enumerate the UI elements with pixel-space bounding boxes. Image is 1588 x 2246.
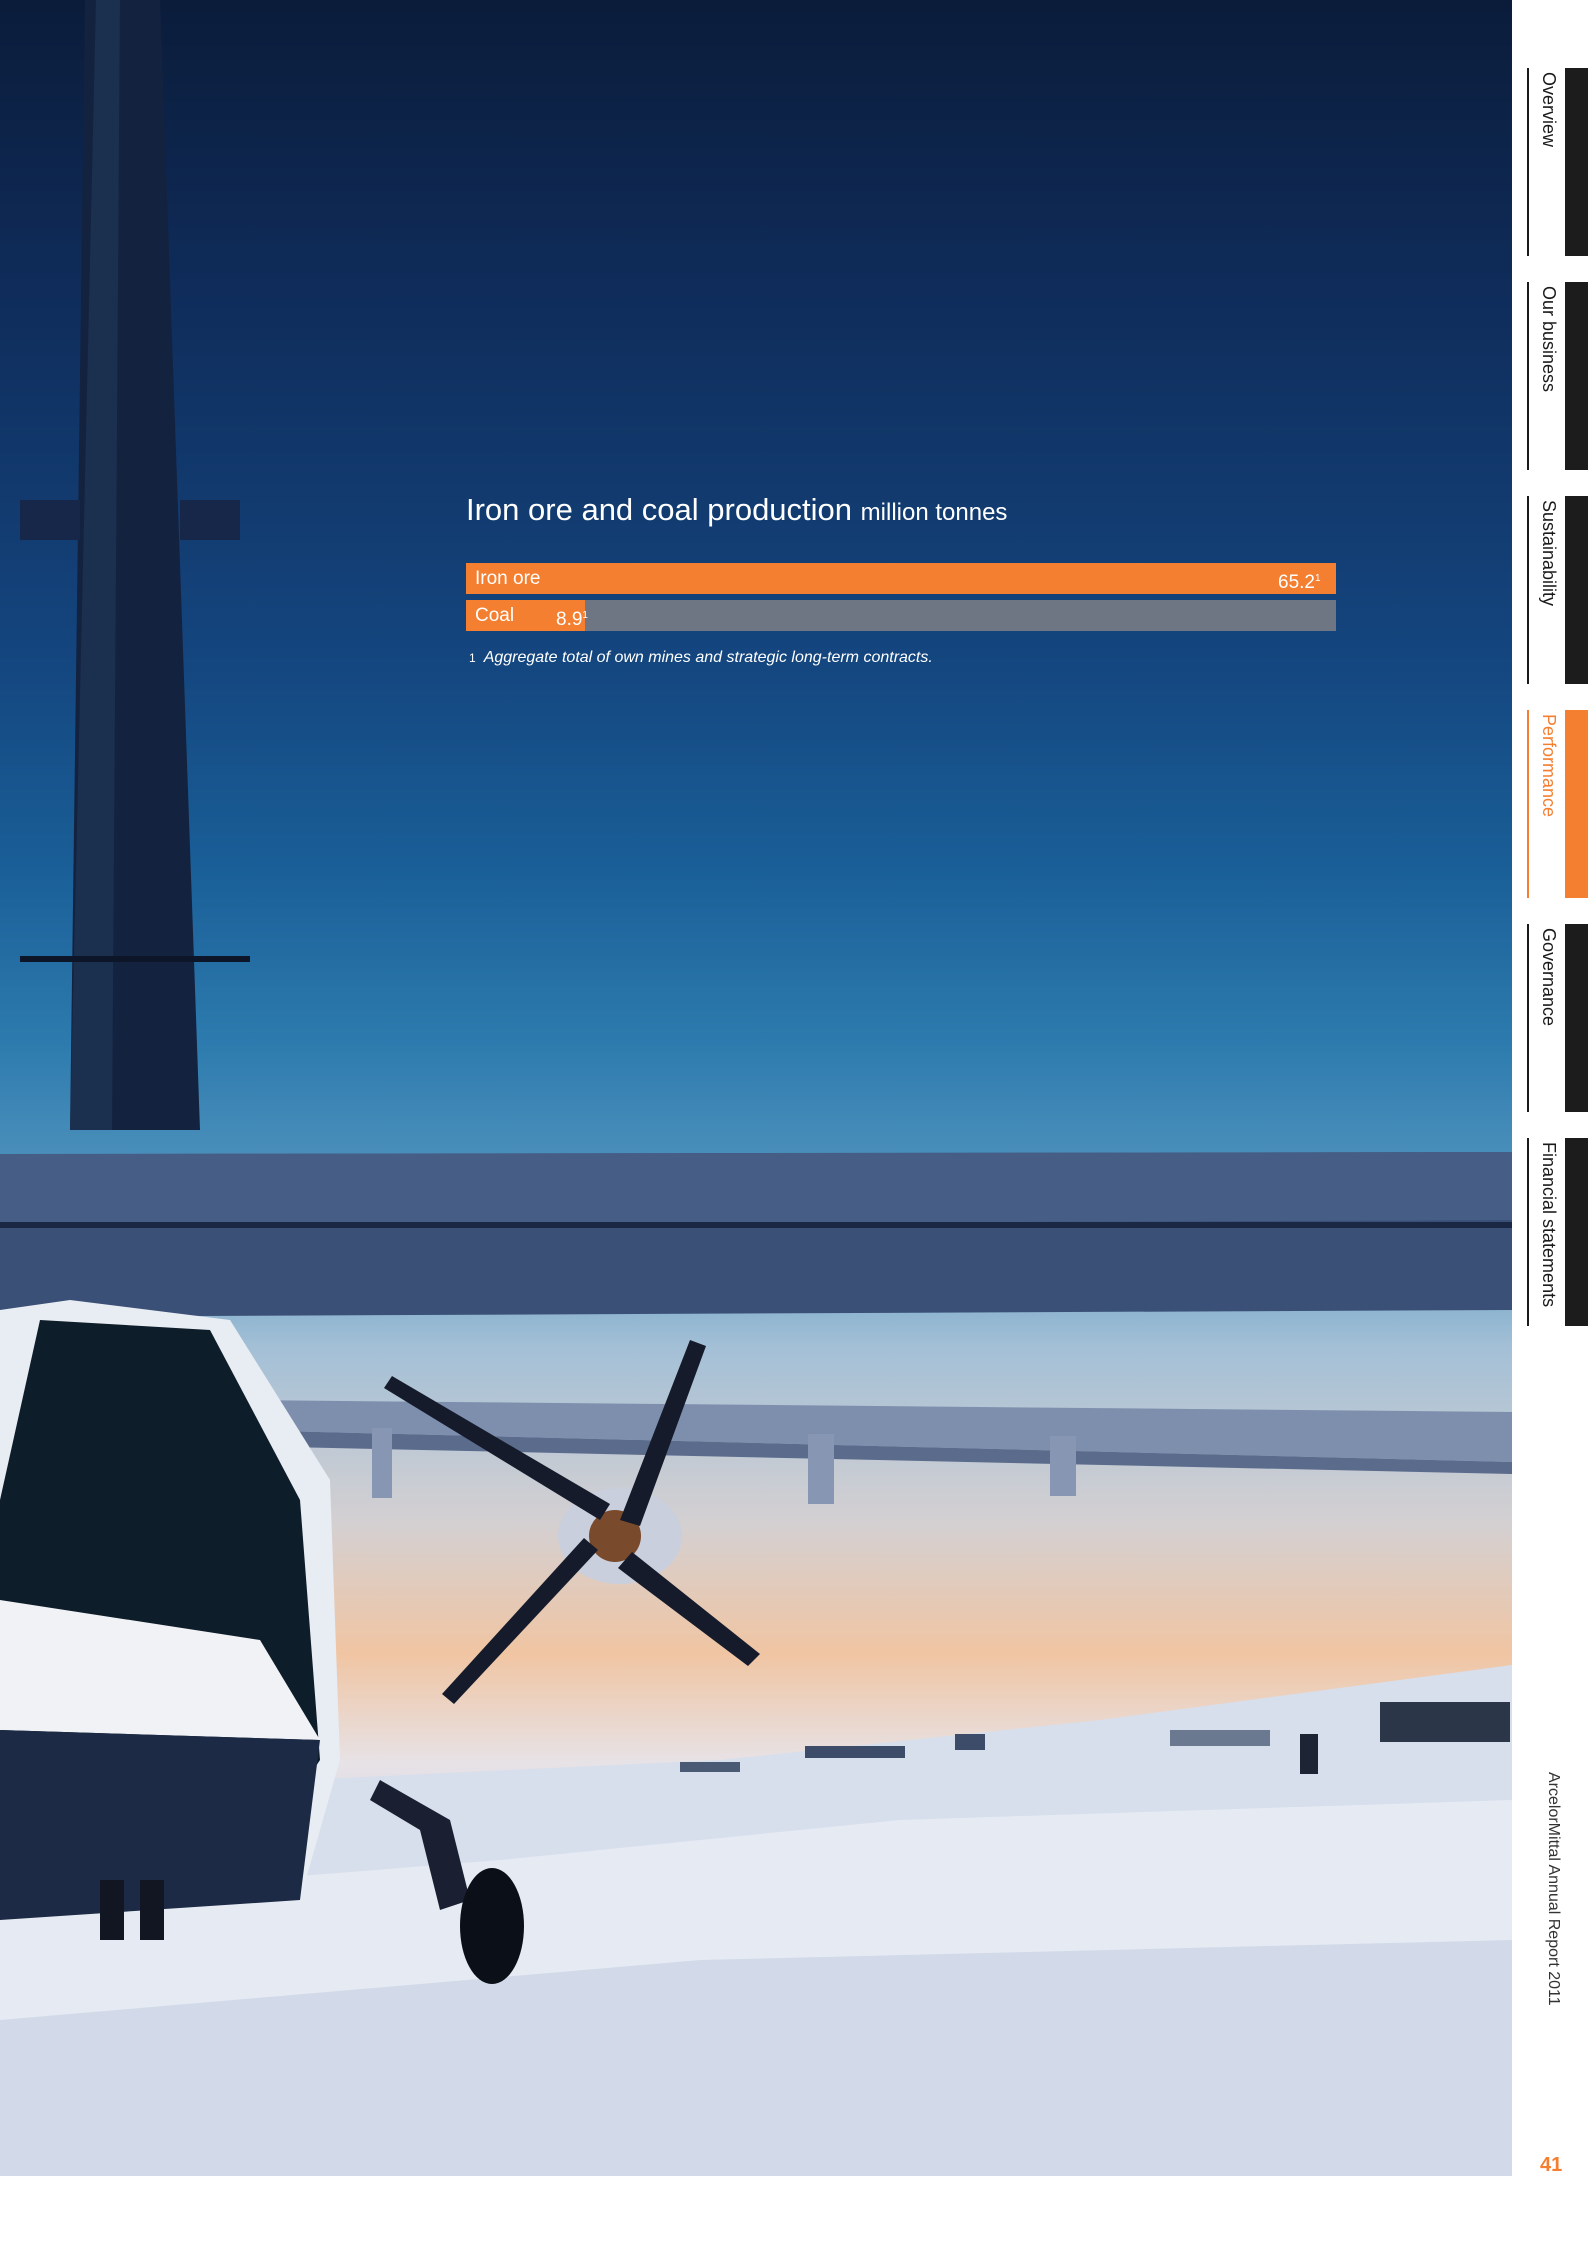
nav-divider	[1527, 282, 1529, 470]
page-number: 41	[1540, 2154, 1563, 2176]
report-title: ArcelorMittal Annual Report 2011	[1545, 1772, 1562, 2006]
chart-title: Iron ore and coal production	[466, 492, 853, 527]
nav-color-block	[1565, 68, 1588, 256]
bar-row-iron-ore: Iron ore 65.21	[466, 563, 1336, 594]
bar-value-footnote-mark: 1	[582, 610, 588, 621]
nav-color-block	[1565, 496, 1588, 684]
bar-value-number: 8.9	[556, 609, 583, 630]
chart-footnote: 1 Aggregate total of own mines and strate…	[469, 649, 1336, 667]
nav-label: Overview	[1539, 72, 1559, 148]
bar	[466, 563, 1336, 594]
nav-divider	[1527, 710, 1529, 898]
nav-label: Governance	[1539, 928, 1559, 1027]
nav-tab-governance[interactable]: Governance	[1512, 924, 1588, 1112]
bar-category-label: Coal	[475, 605, 515, 626]
nav-label: Performance	[1539, 714, 1559, 818]
bar-category-label: Iron ore	[475, 568, 541, 589]
nav-tab-performance[interactable]: Performance	[1512, 710, 1588, 898]
nav-color-block	[1565, 282, 1588, 470]
footnote-mark: 1	[469, 651, 476, 665]
chart-unit: million tonnes	[860, 499, 1008, 526]
nav-color-block	[1565, 924, 1588, 1112]
bar-value-label: 8.91	[556, 600, 588, 635]
section-nav: Overview Our business Sustainability Perfor…	[1512, 0, 1588, 1340]
bar-value-footnote-mark: 1	[1314, 573, 1321, 584]
aircraft-in-snow-illustration	[0, 0, 1512, 2176]
production-chart: Iron ore and coal production million ton…	[466, 488, 1336, 667]
nav-tab-overview[interactable]: Overview	[1512, 68, 1588, 256]
nav-divider	[1527, 924, 1529, 1112]
cover-photo	[0, 0, 1512, 2176]
nav-tab-sustainability[interactable]: Sustainability	[1512, 496, 1588, 684]
nav-color-block	[1565, 1138, 1588, 1326]
bar-value-number: 65.2	[1278, 572, 1315, 593]
nav-divider	[1527, 496, 1529, 684]
bar-value-label: 65.21	[1278, 563, 1321, 598]
footnote-text: Aggregate total of own mines and strateg…	[483, 649, 933, 666]
nav-color-block	[1565, 710, 1588, 898]
nav-tab-financial-statements[interactable]: Financial statements	[1512, 1138, 1588, 1326]
nav-divider	[1527, 1138, 1529, 1326]
bar-list: Iron ore 65.21 Coal 8.91	[466, 563, 1336, 631]
nav-label: Financial statements	[1539, 1142, 1559, 1308]
nav-label: Our business	[1539, 286, 1559, 393]
nav-label: Sustainability	[1539, 500, 1559, 607]
chart-heading: Iron ore and coal production million ton…	[466, 488, 1336, 535]
nav-tab-our-business[interactable]: Our business	[1512, 282, 1588, 470]
bar-row-coal: Coal 8.91	[466, 600, 1336, 631]
nav-divider	[1527, 68, 1529, 256]
